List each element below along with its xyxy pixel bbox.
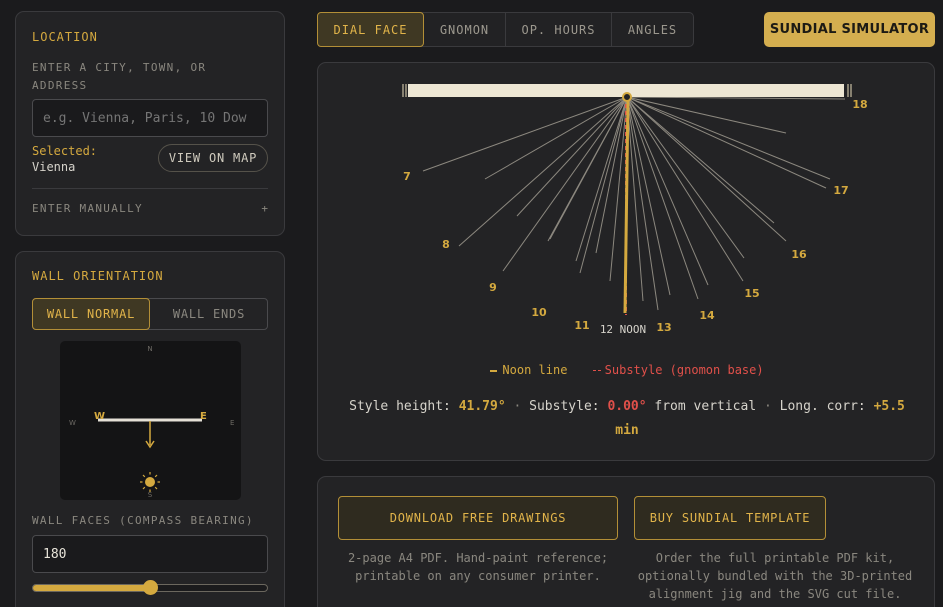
hour-label-16: 16 — [791, 248, 807, 261]
dial-panel: 7 8 9 10 11 12 NOON 13 14 15 16 17 18 No… — [317, 62, 935, 461]
hour-label-8: 8 — [442, 238, 450, 251]
hour-line — [579, 96, 628, 274]
hour-label-18: 18 — [852, 98, 867, 111]
hour-lines — [422, 96, 846, 311]
gnomon-root-icon — [622, 92, 632, 102]
wall-e-end-label: E — [200, 411, 207, 422]
hour-label-7: 7 — [403, 170, 411, 183]
wall-normal-toggle[interactable]: WALL NORMAL — [32, 298, 150, 330]
slider-thumb[interactable] — [143, 580, 158, 595]
hour-line — [626, 96, 787, 242]
hour-label-9: 9 — [489, 281, 497, 294]
enter-manually-label: ENTER MANUALLY — [32, 202, 143, 215]
tab-angles[interactable]: ANGLES — [612, 13, 693, 46]
style-height-label: Style height: — [349, 399, 451, 414]
slider-fill — [33, 585, 151, 591]
wall-orientation-panel: WALL ORIENTATION WALL NORMAL WALL ENDS N… — [15, 251, 285, 607]
hour-line — [422, 96, 628, 172]
dial-info: Style height: 41.79° · Substyle: 0.00° f… — [338, 395, 916, 443]
hour-label-10: 10 — [531, 306, 547, 319]
location-prompt: ENTER A CITY, TOWN, OR ADDRESS — [32, 61, 207, 92]
enter-manually-toggle[interactable]: ENTER MANUALLY + — [32, 202, 268, 220]
hour-line — [626, 96, 659, 311]
hour-label-17: 17 — [833, 184, 848, 197]
hour-line — [502, 96, 628, 272]
style-height-value: 41.79° — [458, 399, 506, 414]
hour-line — [626, 96, 846, 100]
download-drawings-button[interactable]: DOWNLOAD FREE DRAWINGS — [338, 496, 618, 540]
substyle-value: 0.00° — [607, 399, 647, 414]
substyle-label: Substyle: — [529, 399, 600, 414]
location-panel: LOCATION ENTER A CITY, TOWN, OR ADDRESS … — [15, 11, 285, 236]
substyle-suffix: from vertical — [654, 399, 757, 414]
compass-e-label: E — [230, 419, 234, 427]
wall-ends-toggle[interactable]: WALL ENDS — [151, 299, 267, 329]
compass-widget[interactable]: N W E W E S — [60, 341, 241, 500]
sun-icon — [140, 472, 160, 492]
info-separator: · — [513, 399, 522, 414]
noon-line — [623, 96, 630, 314]
hour-label-11: 11 — [574, 319, 589, 332]
dial-legend: Noon line Substyle (gnomon base) — [318, 363, 936, 377]
wall-orientation-title: WALL ORIENTATION — [32, 269, 164, 283]
bearing-slider[interactable] — [32, 580, 268, 596]
selected-value: Vienna — [32, 160, 76, 174]
wall-w-end-label: W — [94, 411, 105, 422]
buy-description: Order the full printable PDF kit, option… — [637, 551, 913, 601]
dial-graphic: 7 8 9 10 11 12 NOON 13 14 15 16 17 18 — [402, 84, 868, 336]
location-search-input[interactable] — [32, 99, 268, 137]
location-title: LOCATION — [32, 30, 98, 44]
bearing-input[interactable] — [32, 535, 268, 573]
divider — [32, 188, 268, 189]
wall-faces-label: WALL FACES (COMPASS BEARING) — [32, 514, 254, 527]
sundial-simulator-button[interactable]: SUNDIAL SIMULATOR — [764, 12, 935, 47]
tab-op-hours[interactable]: OP. HOURS — [506, 13, 612, 46]
substyle-legend-swatch — [592, 370, 601, 371]
download-description: 2-page A4 PDF. Hand-paint reference; pri… — [347, 551, 609, 583]
view-on-map-button[interactable]: VIEW ON MAP — [158, 144, 268, 172]
substyle-legend-label: Substyle (gnomon base) — [604, 363, 764, 377]
buy-template-button[interactable]: BUY SUNDIAL TEMPLATE — [634, 496, 826, 540]
tab-gnomon[interactable]: GNOMON — [424, 13, 506, 46]
actions-panel: DOWNLOAD FREE DRAWINGS 2-page A4 PDF. Ha… — [317, 476, 935, 607]
compass-s-label: S — [148, 491, 153, 499]
noon-legend-swatch — [490, 369, 498, 372]
hour-line — [626, 96, 787, 134]
hour-label-15: 15 — [744, 287, 759, 300]
hour-label-noon: 12 NOON — [600, 323, 646, 336]
compass-w-label: W — [69, 419, 76, 427]
noon-legend-label: Noon line — [502, 363, 568, 377]
view-tabs: DIAL FACE GNOMON OP. HOURS ANGLES — [317, 12, 694, 47]
hour-label-13: 13 — [656, 321, 671, 334]
compass-n-label: N — [147, 345, 152, 353]
long-corr-label: Long. corr: — [779, 399, 866, 414]
hour-label-14: 14 — [699, 309, 715, 322]
hour-line — [626, 96, 827, 189]
expand-plus-icon: + — [261, 202, 268, 215]
info-separator: · — [763, 399, 772, 414]
wall-toggle-group: WALL NORMAL WALL ENDS — [32, 298, 268, 330]
selected-label: Selected: — [32, 144, 98, 158]
tab-dial-face[interactable]: DIAL FACE — [317, 12, 424, 47]
hour-line — [626, 96, 744, 282]
compass-graphic: N W E W E S — [69, 345, 234, 499]
